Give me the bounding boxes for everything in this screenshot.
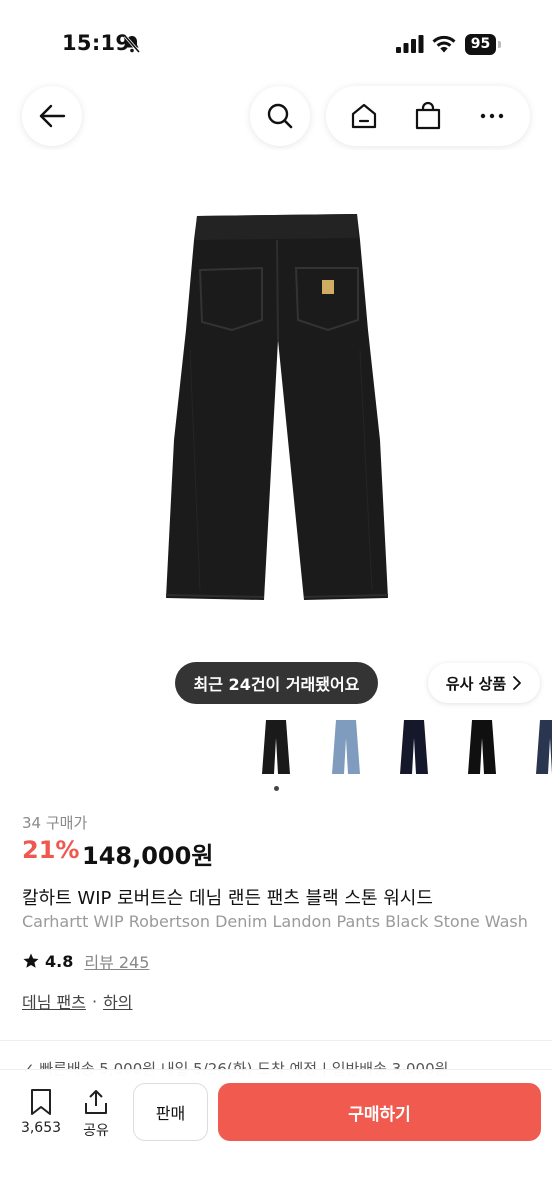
nav-action-group bbox=[326, 86, 530, 146]
category-link-denim[interactable]: 데님 팬츠 bbox=[22, 989, 86, 1013]
thumbnail-5[interactable] bbox=[530, 718, 552, 778]
shopping-bag-button[interactable] bbox=[402, 90, 454, 142]
category-link-bottoms[interactable]: 하의 bbox=[103, 989, 132, 1013]
share-label: 공유 bbox=[83, 1123, 109, 1139]
bookmark-button[interactable]: 3,653 bbox=[19, 1088, 63, 1136]
home-icon bbox=[351, 103, 377, 129]
divider bbox=[0, 1040, 552, 1041]
signal-icon bbox=[396, 35, 424, 53]
thumbnail-4[interactable] bbox=[462, 718, 502, 778]
shopping-bag-icon bbox=[415, 101, 441, 130]
thumbnail-3[interactable] bbox=[394, 718, 434, 778]
status-time: 15:19 bbox=[62, 31, 131, 55]
wifi-icon bbox=[432, 35, 456, 53]
review-link[interactable]: 리뷰 245 bbox=[84, 949, 149, 973]
home-button[interactable] bbox=[338, 90, 390, 142]
category-separator: · bbox=[91, 991, 98, 1011]
buyer-count: 34 구매가 bbox=[22, 814, 88, 832]
thumbnail-indicator-dot bbox=[274, 786, 279, 791]
search-button[interactable] bbox=[250, 86, 310, 146]
share-button[interactable]: 공유 bbox=[74, 1088, 118, 1140]
recent-trades-badge: 최근 24건이 거래됐어요 bbox=[175, 662, 378, 704]
battery-indicator: 95 bbox=[465, 34, 501, 55]
rating-value: 4.8 bbox=[45, 951, 74, 971]
sell-button[interactable]: 판매 bbox=[133, 1083, 208, 1141]
thumbnail-1[interactable] bbox=[256, 718, 296, 778]
more-horizontal-icon bbox=[480, 113, 504, 119]
search-icon bbox=[267, 103, 293, 129]
bell-off-icon bbox=[123, 35, 141, 53]
arrow-left-icon bbox=[39, 104, 66, 128]
similar-products-label: 유사 상품 bbox=[445, 674, 507, 693]
bookmark-count: 3,653 bbox=[20, 1120, 62, 1136]
rating-row: 4.8 리뷰 245 bbox=[22, 949, 149, 973]
buy-button[interactable]: 구매하기 bbox=[218, 1083, 541, 1141]
star-icon bbox=[23, 953, 39, 968]
battery-level: 95 bbox=[465, 34, 496, 55]
back-button[interactable] bbox=[22, 86, 82, 146]
category-breadcrumb: 데님 팬츠 · 하의 bbox=[22, 989, 133, 1013]
chevron-right-icon bbox=[513, 676, 522, 690]
product-title-en: Carhartt WIP Robertson Denim Landon Pant… bbox=[22, 912, 528, 931]
similar-products-button[interactable]: 유사 상품 bbox=[428, 663, 540, 703]
share-icon bbox=[85, 1090, 107, 1114]
product-image[interactable] bbox=[0, 150, 552, 710]
product-title-ko: 칼하트 WIP 로버트슨 데님 랜든 팬츠 블랙 스톤 워시드 bbox=[22, 888, 433, 909]
more-button[interactable] bbox=[466, 90, 518, 142]
discount-rate: 21% bbox=[22, 836, 80, 864]
price: 148,000원 bbox=[82, 842, 214, 870]
bookmark-icon bbox=[31, 1089, 51, 1115]
thumbnail-2[interactable] bbox=[326, 718, 366, 778]
